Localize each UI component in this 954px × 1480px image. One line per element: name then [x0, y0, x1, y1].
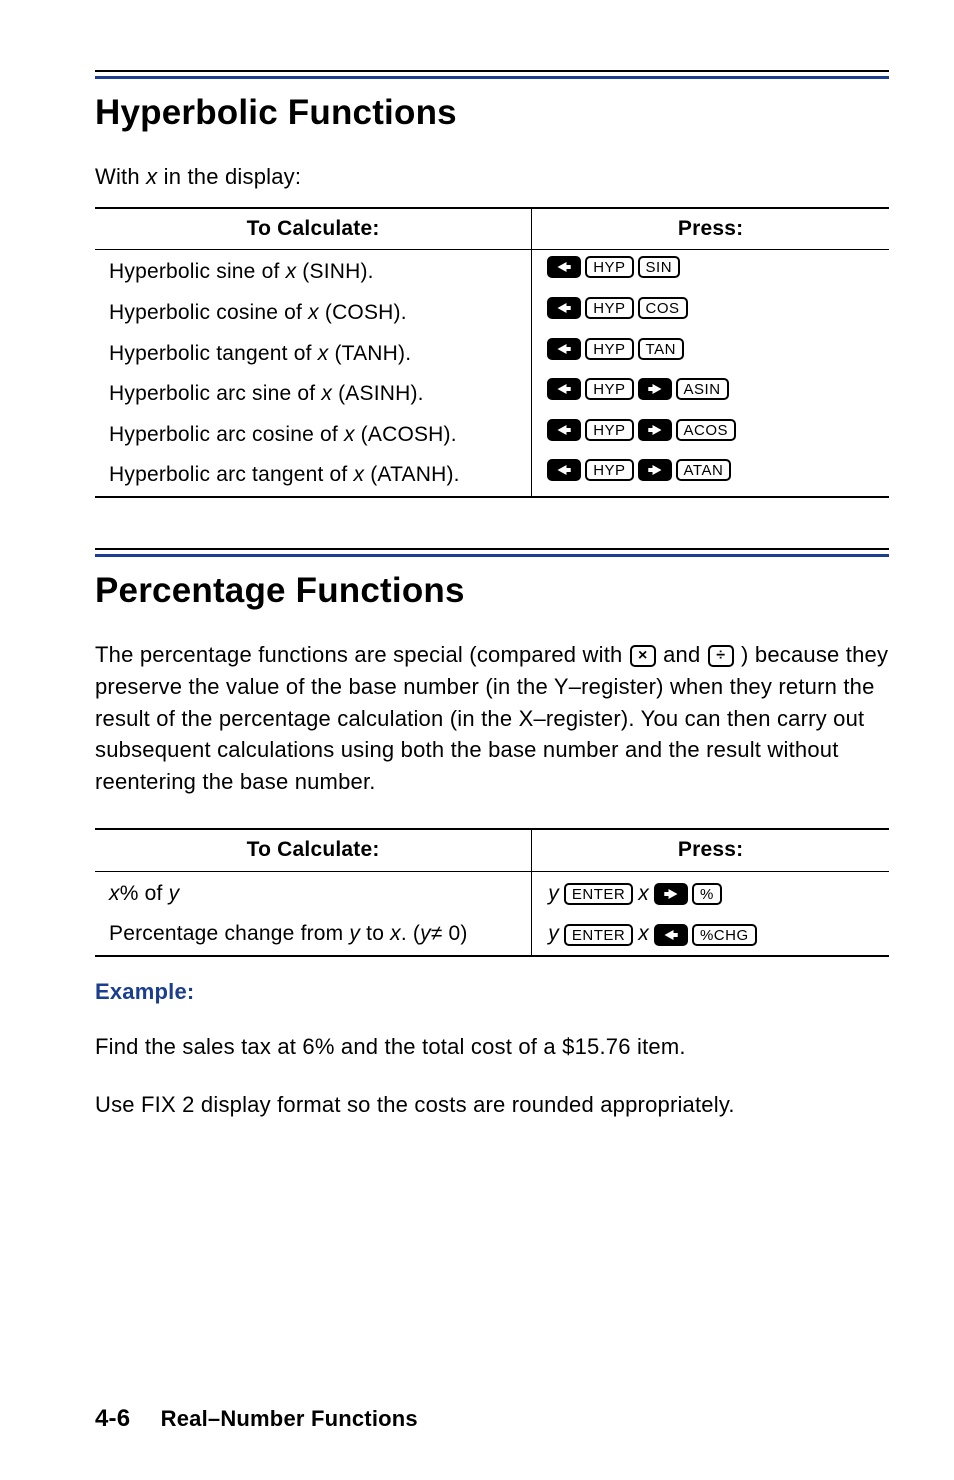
- table-cell-keys: HYP ASIN: [532, 374, 889, 415]
- example-label: Example:: [95, 979, 889, 1005]
- hyp-key: HYP: [585, 459, 633, 481]
- txt: and: [657, 642, 707, 667]
- hyp-key: HYP: [585, 338, 633, 360]
- table-cell-keys: y ENTER x %: [532, 871, 889, 914]
- right-shift-key-icon: [638, 378, 672, 400]
- enter-key: ENTER: [564, 883, 633, 905]
- th-calculate: To Calculate:: [95, 829, 532, 871]
- %chg-key: %CHG: [692, 924, 757, 946]
- table-cell-calc: Hyperbolic arc sine of x (ASINH).: [95, 374, 532, 415]
- multiply-key-icon: ×: [630, 645, 656, 667]
- chapter-title: Real–Number Functions: [161, 1406, 418, 1431]
- example-line-1: Find the sales tax at 6% and the total c…: [95, 1031, 889, 1063]
- txt: The percentage functions are special (co…: [95, 642, 629, 667]
- hyp-key: HYP: [585, 256, 633, 278]
- table-cell-keys: HYP ATAN: [532, 455, 889, 497]
- table-cell-keys: HYP SIN: [532, 250, 889, 293]
- page-footer: 4-6 Real–Number Functions: [95, 1405, 418, 1433]
- right-shift-key-icon: [638, 419, 672, 441]
- percentage-table: To Calculate: Press: x% of yy ENTER x %P…: [95, 828, 889, 957]
- table-cell-calc: x% of y: [95, 871, 532, 914]
- tan-key: TAN: [638, 338, 684, 360]
- percentage-paragraph: The percentage functions are special (co…: [95, 639, 889, 798]
- divide-key-icon: ÷: [708, 645, 734, 667]
- right-shift-key-icon: [654, 883, 688, 905]
- %-key: %: [692, 883, 722, 905]
- th-press: Press:: [532, 829, 889, 871]
- hyperbolic-table: To Calculate: Press: Hyperbolic sine of …: [95, 207, 889, 498]
- left-shift-key-icon: [547, 256, 581, 278]
- hyp-key: HYP: [585, 419, 633, 441]
- table-cell-calc: Hyperbolic arc cosine of x (ACOSH).: [95, 415, 532, 456]
- sin-key: SIN: [638, 256, 681, 278]
- txt: in the display:: [157, 164, 301, 189]
- th-calculate: To Calculate:: [95, 208, 532, 250]
- hyperbolic-lead: With x in the display:: [95, 161, 889, 193]
- right-shift-key-icon: [638, 459, 672, 481]
- hyp-key: HYP: [585, 297, 633, 319]
- page-number: 4-6: [95, 1405, 130, 1432]
- table-cell-calc: Hyperbolic cosine of x (COSH).: [95, 293, 532, 334]
- left-shift-key-icon: [654, 924, 688, 946]
- cos-key: COS: [638, 297, 688, 319]
- left-shift-key-icon: [547, 378, 581, 400]
- var-x: x: [146, 164, 157, 189]
- enter-key: ENTER: [564, 924, 633, 946]
- atan-key: ATAN: [676, 459, 732, 481]
- table-cell-keys: HYP ACOS: [532, 415, 889, 456]
- table-cell-calc: Percentage change from y to x. (y≠ 0): [95, 914, 532, 956]
- left-shift-key-icon: [547, 459, 581, 481]
- txt: With: [95, 164, 146, 189]
- asin-key: ASIN: [676, 378, 729, 400]
- hyp-key: HYP: [585, 378, 633, 400]
- table-cell-calc: Hyperbolic sine of x (SINH).: [95, 250, 532, 293]
- section-heading-hyperbolic: Hyperbolic Functions: [95, 93, 889, 133]
- table-cell-keys: y ENTER x %CHG: [532, 914, 889, 956]
- example-line-2: Use FIX 2 display format so the costs ar…: [95, 1089, 889, 1121]
- section-heading-percentage: Percentage Functions: [95, 571, 889, 611]
- table-cell-calc: Hyperbolic arc tangent of x (ATANH).: [95, 455, 532, 497]
- table-cell-keys: HYP COS: [532, 293, 889, 334]
- left-shift-key-icon: [547, 338, 581, 360]
- table-cell-calc: Hyperbolic tangent of x (TANH).: [95, 334, 532, 375]
- left-shift-key-icon: [547, 297, 581, 319]
- acos-key: ACOS: [676, 419, 737, 441]
- th-press: Press:: [532, 208, 889, 250]
- left-shift-key-icon: [547, 419, 581, 441]
- table-cell-keys: HYP TAN: [532, 334, 889, 375]
